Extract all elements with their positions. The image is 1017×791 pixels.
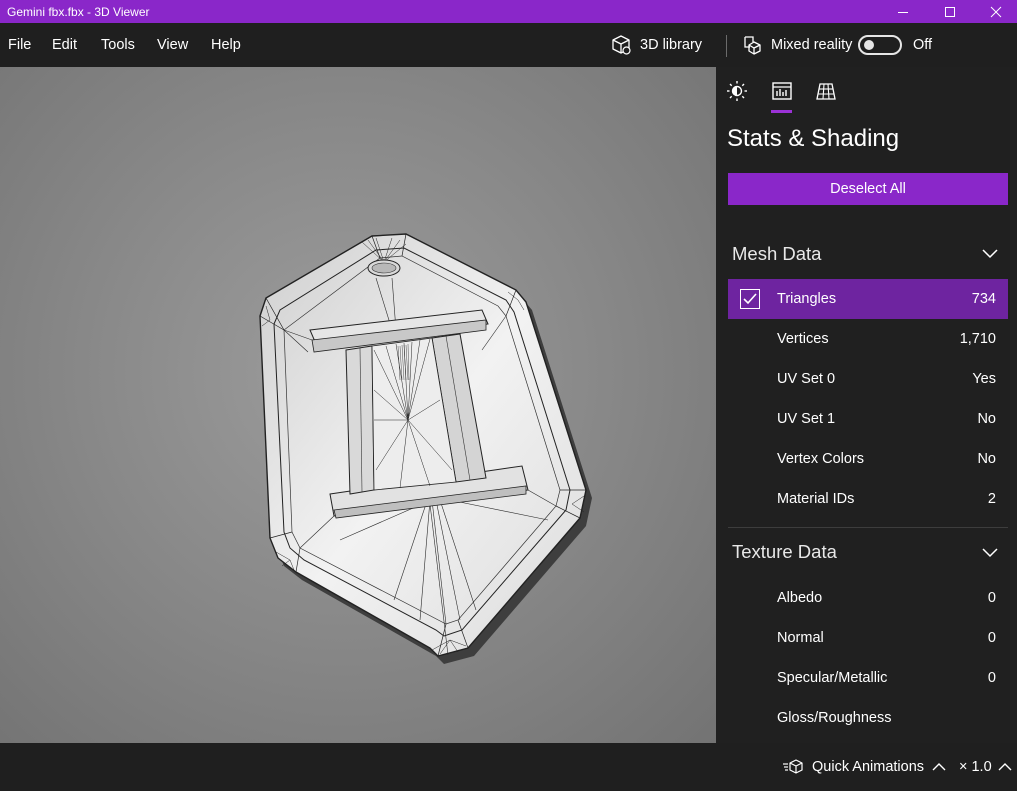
mesh-row-triangles[interactable]: Triangles 734 [728,279,1008,319]
row-value: No [977,451,996,467]
chevron-down-icon[interactable] [982,247,998,259]
row-value: 0 [987,630,996,646]
minimize-button[interactable] [880,0,926,23]
row-value: 0 [987,670,996,686]
mesh-row-vertices[interactable]: Vertices 1,710 [728,319,1008,359]
chevron-up-icon [932,763,946,771]
deselect-all-button[interactable]: Deselect All [728,173,1008,205]
maximize-icon [945,6,955,17]
chevron-up-icon [998,763,1012,771]
row-label: Vertices [777,331,829,347]
row-value: 2 [987,491,996,507]
mesh-data-header[interactable]: Mesh Data [732,243,821,265]
texture-data-header[interactable]: Texture Data [732,541,837,563]
menu-tools[interactable]: Tools [101,23,135,67]
menu-edit[interactable]: Edit [52,23,77,67]
grid-icon [816,83,836,100]
texture-row-normal[interactable]: Normal 0 [728,618,1008,658]
chevron-down-icon[interactable] [982,546,998,558]
row-label: Vertex Colors [777,451,865,467]
cube-icon [612,35,631,55]
bottom-bar: Quick Animations × 1.0 [0,743,1017,791]
row-value: No [977,411,996,427]
row-value: 734 [971,291,996,307]
section-divider [728,527,1008,528]
tab-grid[interactable] [814,79,838,103]
mesh-row-vertex-colors[interactable]: Vertex Colors No [728,439,1008,479]
row-label: Triangles [777,291,837,307]
row-label: Gloss/Roughness [777,710,892,726]
panel-title: Stats & Shading [727,125,900,152]
menu-file[interactable]: File [8,23,31,67]
checkmark-icon [743,293,757,305]
mixed-reality-button[interactable]: Mixed reality [741,23,852,67]
texture-row-specular-metallic[interactable]: Specular/Metallic 0 [728,658,1008,698]
tab-lighting[interactable] [725,79,749,103]
row-label: Material IDs [777,491,855,507]
mesh-row-uv-set-1[interactable]: UV Set 1 No [728,399,1008,439]
row-label: Normal [777,630,824,646]
triangles-checkbox[interactable] [740,289,760,309]
close-button[interactable] [973,0,1017,23]
lighting-icon [727,81,747,101]
model-render [259,233,592,664]
menu-view[interactable]: View [157,23,188,67]
mixed-reality-label: Mixed reality [771,37,853,53]
mixed-reality-icon [744,36,761,55]
mesh-row-uv-set-0[interactable]: UV Set 0 Yes [728,359,1008,399]
row-label: Specular/Metallic [777,670,888,686]
menu-help[interactable]: Help [211,23,241,67]
menu-bar: File Edit Tools View Help 3D library Mix… [0,23,1017,67]
row-value: Yes [972,371,996,387]
mixed-reality-toggle[interactable] [858,35,902,55]
window-title: Gemini fbx.fbx - 3D Viewer [7,4,150,19]
animation-icon [783,759,803,774]
stats-panel: Stats & Shading Deselect All Mesh Data T… [716,67,1017,743]
3d-viewport[interactable] [0,67,716,743]
row-label: UV Set 1 [777,411,836,427]
quick-animations-button[interactable]: Quick Animations [782,743,946,791]
mesh-row-material-ids[interactable]: Material IDs 2 [728,479,1008,519]
mixed-reality-state: Off [913,37,933,53]
toggle-knob [864,40,874,50]
row-value: 0 [987,590,996,606]
texture-row-albedo[interactable]: Albedo 0 [728,578,1008,618]
row-value: 1,710 [959,331,996,347]
library-button[interactable]: 3D library [610,23,702,67]
maximize-button[interactable] [927,0,973,23]
row-label: UV Set 0 [777,371,836,387]
title-bar: Gemini fbx.fbx - 3D Viewer [0,0,1017,23]
animation-speed-button[interactable]: × 1.0 [959,743,1012,791]
speed-label: × 1.0 [959,759,992,775]
active-tab-indicator [771,110,792,113]
quick-animations-label: Quick Animations [812,759,925,775]
close-icon [990,6,1002,17]
tab-stats[interactable] [770,79,794,103]
minimize-icon [898,11,908,13]
toolbar-divider [726,35,727,57]
texture-row-gloss-roughness[interactable]: Gloss/Roughness [728,698,1008,738]
stats-icon [772,82,792,100]
library-label: 3D library [640,37,703,53]
row-label: Albedo [777,590,823,606]
